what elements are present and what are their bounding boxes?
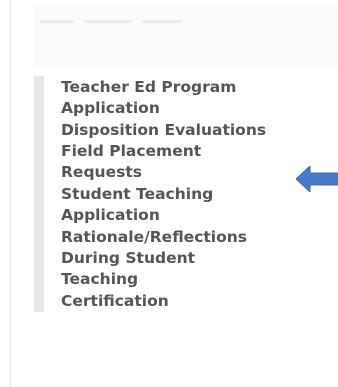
menu-item-label: Certification [61, 291, 169, 310]
menu-item-label: Student Teaching Application [61, 184, 214, 224]
menu-item-disposition-evaluations[interactable]: Disposition Evaluations [34, 118, 314, 141]
menu-item-field-placement-requests[interactable]: Field Placement Requests [34, 140, 314, 183]
faded-text-fragment [40, 20, 74, 23]
menu-item-label: Disposition Evaluations [61, 120, 267, 139]
sidebar-menu: Teacher Ed Program Application Dispositi… [34, 76, 314, 312]
menu-item-label: Field Placement Requests [61, 142, 202, 182]
menu-item-teacher-ed-program-application[interactable]: Teacher Ed Program Application [34, 76, 314, 119]
menu-item-label: Teacher Ed Program Application [61, 78, 237, 117]
left-arrow-icon [296, 166, 338, 192]
menu-item-rationale-reflections[interactable]: Rationale/Reflections [34, 225, 314, 248]
page: Teacher Ed Program Application Dispositi… [0, 0, 338, 387]
faded-text-fragment [142, 20, 182, 23]
menu-item-label: Rationale/Reflections [61, 227, 248, 246]
left-divider [10, 0, 11, 387]
menu-item-during-student-teaching[interactable]: During Student Teaching [34, 247, 314, 290]
menu-item-certification[interactable]: Certification [34, 289, 314, 312]
menu-item-student-teaching-application[interactable]: Student Teaching Application [34, 182, 314, 226]
faded-text-fragment [84, 20, 132, 23]
menu-item-label: During Student Teaching [61, 249, 196, 289]
header-placeholder [34, 6, 338, 68]
